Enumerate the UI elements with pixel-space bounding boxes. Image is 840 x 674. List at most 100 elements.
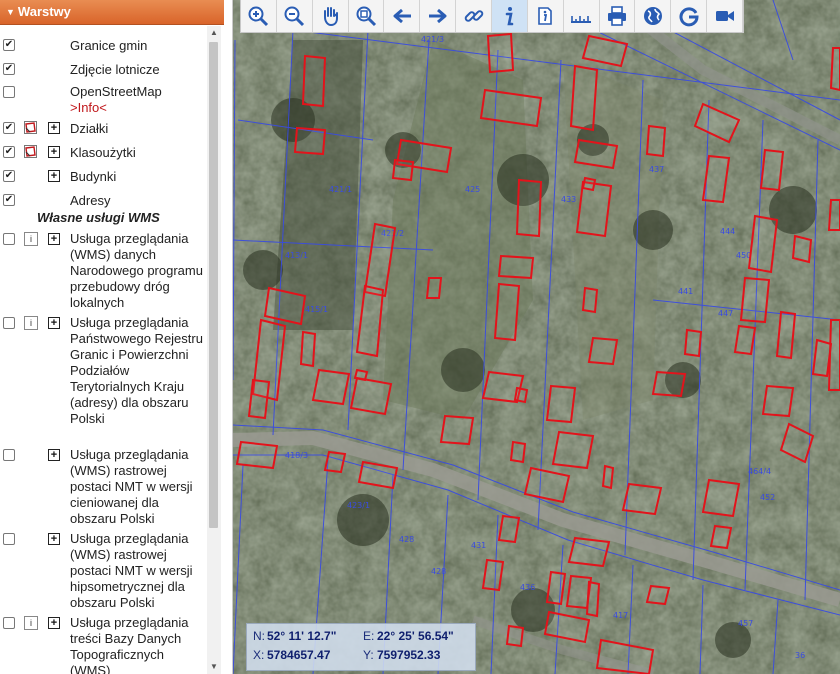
- print-icon: [608, 6, 627, 26]
- layer-checkbox[interactable]: [3, 86, 15, 98]
- video-button[interactable]: [707, 0, 744, 32]
- pan-hand-icon: [324, 7, 339, 27]
- layer-label-text: OpenStreetMap: [70, 84, 162, 99]
- expand-plus-icon[interactable]: +: [48, 449, 60, 461]
- layer-item-adresy: ✔ Adresy: [0, 185, 206, 208]
- google-button[interactable]: [671, 0, 708, 32]
- metadata-info-icon[interactable]: i: [24, 316, 38, 330]
- identify-button[interactable]: [528, 0, 564, 32]
- parcel-label: 425: [465, 185, 480, 194]
- lat-label: N:: [253, 629, 265, 643]
- aerial-map[interactable]: 421/3 421/2 421/1 425 433 437 441 444 45…: [233, 0, 840, 674]
- wms-service-label: Usługa przeglądania (WMS) rastrowej post…: [70, 447, 193, 526]
- parcel-label: 441: [678, 287, 693, 296]
- layer-item-granice-gmin: ✔ Granice gmin: [0, 30, 206, 54]
- expand-plus-icon[interactable]: +: [48, 146, 60, 158]
- layers-panel-header[interactable]: ▼ Warstwy: [0, 0, 224, 25]
- parcel-label: 431: [471, 541, 486, 550]
- legend-icon[interactable]: [24, 121, 37, 134]
- y-value: 7597952.33: [377, 648, 441, 662]
- parcel-label: 415/1: [305, 305, 328, 314]
- lon-label: E:: [363, 629, 375, 643]
- zoom-in-button[interactable]: [241, 0, 277, 32]
- pan-button[interactable]: [313, 0, 349, 32]
- parcel-label: 417: [613, 611, 628, 620]
- parcel-label: 421/3: [421, 35, 444, 44]
- wms-group: Własne usługi WMS: [0, 207, 206, 227]
- metadata-info-icon[interactable]: i: [24, 232, 38, 246]
- parcel-label: 447: [718, 309, 733, 318]
- layer-item-budynki: ✔ + Budynki: [0, 161, 206, 185]
- layer-checkbox[interactable]: ✔: [3, 122, 15, 134]
- lon-value: 22° 25' 56.54": [377, 629, 454, 643]
- y-label: Y:: [363, 648, 374, 662]
- zoom-in-icon: [248, 6, 269, 27]
- globe-button[interactable]: [635, 0, 672, 32]
- wms-service-label: Usługa przeglądania (WMS) danych Narodow…: [70, 231, 203, 310]
- back-button[interactable]: [384, 0, 421, 32]
- layer-checkbox[interactable]: [3, 233, 15, 245]
- parcel-label: 428: [431, 567, 446, 576]
- zoom-out-button[interactable]: [277, 0, 313, 32]
- layer-item-openstreetmap: OpenStreetMap >Info<: [0, 77, 206, 115]
- lat-value: 52° 11' 12.7": [267, 629, 337, 643]
- wms-service-item: + Usługa przeglądania (WMS) rastrowej po…: [0, 527, 206, 611]
- parcel-label: 418/3: [285, 451, 308, 460]
- parcel-label: 428: [399, 535, 414, 544]
- parcel-label: 433: [561, 195, 576, 204]
- wms-service-label: Usługa przeglądania treści Bazy Danych T…: [70, 615, 189, 674]
- layer-label: Granice gmin: [70, 38, 148, 53]
- link-button[interactable]: [456, 0, 493, 32]
- layer-checkbox[interactable]: [3, 533, 15, 545]
- layer-label: Budynki: [70, 169, 117, 184]
- layer-checkbox[interactable]: [3, 449, 15, 461]
- parcel-label: 452: [760, 493, 775, 502]
- layer-checkbox[interactable]: ✔: [3, 63, 15, 75]
- zoom-extent-button[interactable]: [349, 0, 385, 32]
- scroll-down-arrow-icon[interactable]: ▼: [207, 660, 221, 674]
- layer-checkbox[interactable]: [3, 617, 15, 629]
- layer-checkbox[interactable]: ✔: [3, 170, 15, 182]
- wms-service-item: + Usługa przeglądania (WMS) rastrowej po…: [0, 443, 206, 527]
- forward-button[interactable]: [420, 0, 457, 32]
- expand-plus-icon[interactable]: +: [48, 233, 60, 245]
- parcel-label: 421/1: [329, 185, 352, 194]
- measure-ruler-icon: [571, 16, 592, 23]
- legend-icon[interactable]: [24, 145, 37, 158]
- scroll-up-arrow-icon[interactable]: ▲: [207, 26, 221, 40]
- layer-checkbox[interactable]: ✔: [3, 146, 15, 158]
- panel-scrollbar[interactable]: ▲ ▼: [207, 26, 221, 674]
- google-icon: [679, 7, 699, 27]
- expand-plus-icon[interactable]: +: [48, 617, 60, 629]
- map-toolbar: [240, 0, 744, 33]
- layer-label: Działki: [70, 121, 109, 136]
- layer-checkbox[interactable]: ✔: [3, 39, 15, 51]
- parcel-label: 423/1: [347, 501, 370, 510]
- expand-plus-icon[interactable]: +: [48, 170, 60, 182]
- layer-checkbox[interactable]: [3, 317, 15, 329]
- map-view[interactable]: 421/3 421/2 421/1 425 433 437 441 444 45…: [233, 0, 840, 674]
- x-label: X:: [253, 648, 265, 662]
- parcel-label: 457: [738, 619, 753, 628]
- layer-list: ✔ Granice gmin ✔ Zdjęcie lotnicze OpenSt…: [0, 30, 206, 674]
- coordinates-box: N: 52° 11' 12.7" E: 22° 25' 56.54" X: 57…: [246, 623, 476, 671]
- scrollbar-thumb[interactable]: [209, 42, 218, 528]
- expand-plus-icon[interactable]: +: [48, 317, 60, 329]
- wms-group-title: Własne usługi WMS: [37, 210, 160, 225]
- expand-plus-icon[interactable]: +: [48, 533, 60, 545]
- parcel-label: 464/4: [748, 467, 771, 476]
- layer-label: Zdjęcie lotnicze: [70, 62, 160, 77]
- forward-arrow-icon: [428, 8, 447, 24]
- x-value: 5784657.47: [267, 648, 331, 662]
- expand-plus-icon[interactable]: +: [48, 122, 60, 134]
- print-button[interactable]: [600, 0, 636, 32]
- back-arrow-icon: [393, 8, 411, 24]
- info-button[interactable]: [492, 0, 528, 32]
- parcel-label: 444: [720, 227, 735, 236]
- collapse-triangle-icon[interactable]: ▼: [6, 0, 15, 24]
- layer-checkbox[interactable]: ✔: [3, 194, 15, 206]
- measure-button[interactable]: [564, 0, 600, 32]
- metadata-info-icon[interactable]: i: [24, 616, 38, 630]
- parcel-label: 413/1: [285, 251, 308, 260]
- wms-service-label: Usługa przeglądania (WMS) rastrowej post…: [70, 531, 193, 610]
